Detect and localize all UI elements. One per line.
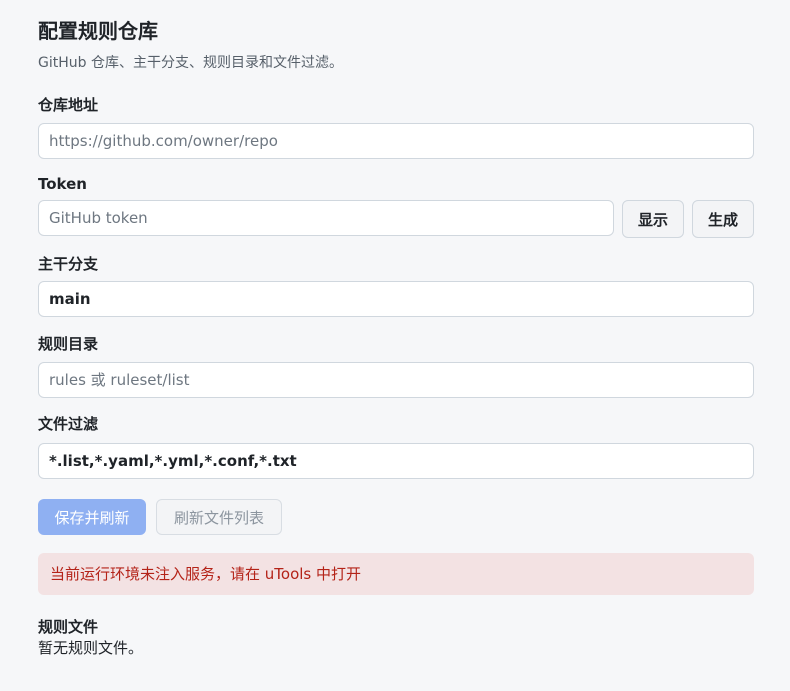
repo-url-input[interactable] [38,123,754,159]
repo-url-label: 仓库地址 [38,96,99,114]
environment-error-alert: 当前运行环境未注入服务，请在 uTools 中打开 [38,553,754,595]
branch-input[interactable] [38,281,754,317]
refresh-file-list-button[interactable]: 刷新文件列表 [156,499,282,535]
token-label: Token [38,175,87,193]
rule-files-title: 规则文件 [38,618,99,636]
rules-dir-input[interactable] [38,362,754,398]
page-title: 配置规则仓库 [38,19,158,43]
page-subtitle: GitHub 仓库、主干分支、规则目录和文件过滤。 [38,55,343,71]
token-input[interactable] [38,200,614,236]
file-filter-label: 文件过滤 [38,415,99,433]
repo-config-page: 配置规则仓库 GitHub 仓库、主干分支、规则目录和文件过滤。 仓库地址 To… [0,0,790,691]
show-token-button[interactable]: 显示 [622,200,684,238]
branch-label: 主干分支 [38,255,99,273]
file-filter-input[interactable] [38,443,754,479]
rules-dir-label: 规则目录 [38,335,99,353]
generate-token-button[interactable]: 生成 [692,200,754,238]
save-and-refresh-button[interactable]: 保存并刷新 [38,499,146,535]
rule-files-empty-text: 暂无规则文件。 [38,639,144,657]
